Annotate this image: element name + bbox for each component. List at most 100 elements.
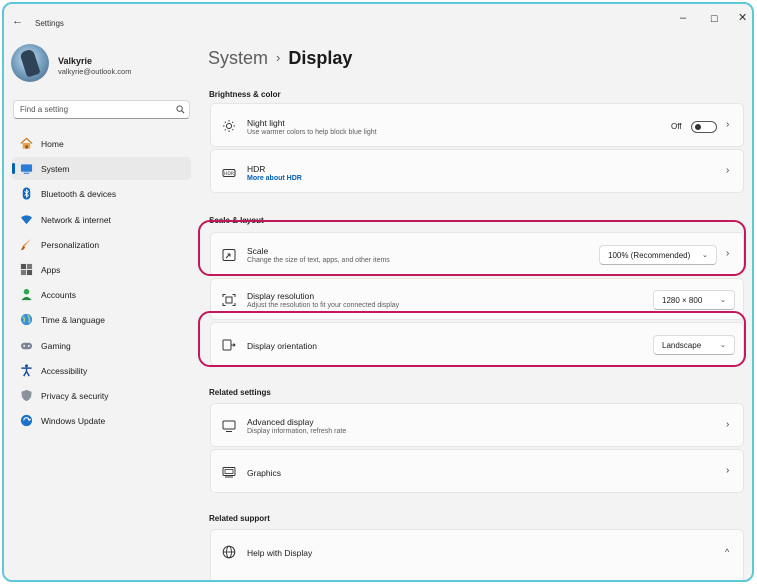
network-icon xyxy=(20,214,33,224)
sidebar-item-label: Accounts xyxy=(41,290,76,301)
maximize-button[interactable]: ☐ xyxy=(710,14,718,25)
sidebar-item-accessibility[interactable]: Accessibility xyxy=(12,359,191,382)
system-icon xyxy=(20,164,33,174)
sidebar-item-gaming[interactable]: Gaming xyxy=(12,334,191,357)
sidebar-item-windows-update[interactable]: Windows Update xyxy=(12,409,191,432)
section-brightness-color: Brightness & color xyxy=(209,90,281,99)
active-indicator xyxy=(12,163,15,175)
sidebar-item-label: Personalization xyxy=(41,239,100,250)
settings-window: ← Settings – ☐ ✕ Valkyrie valkyrie@outlo… xyxy=(2,2,754,582)
graphics-icon xyxy=(222,467,236,478)
advanced-display-title: Advanced display xyxy=(247,417,314,427)
display-orientation-card[interactable]: Display orientation Landscape ⌄ xyxy=(210,322,744,366)
sidebar-item-time-language[interactable]: Time & language xyxy=(12,308,191,331)
monitor-icon xyxy=(222,420,236,432)
sidebar-item-label: Apps xyxy=(41,264,61,275)
profile-name: Valkyrie xyxy=(58,56,93,66)
chevron-right-icon: › xyxy=(726,419,730,430)
apps-icon xyxy=(20,263,33,276)
windows-update-icon xyxy=(20,414,33,427)
title-bar: ← Settings – ☐ ✕ xyxy=(4,4,752,38)
search-input[interactable] xyxy=(20,103,170,116)
sidebar-item-personalization[interactable]: Personalization xyxy=(12,233,191,256)
night-light-title: Night light xyxy=(247,118,285,128)
sidebar-nav: Home System Bluetooth & devices Network … xyxy=(12,132,191,434)
home-icon xyxy=(20,137,33,149)
sidebar-item-label: Gaming xyxy=(41,340,71,351)
chevron-right-icon: › xyxy=(726,119,730,130)
search-box[interactable] xyxy=(13,100,190,119)
sidebar-item-system[interactable]: System xyxy=(12,157,191,181)
scale-card[interactable]: Scale Change the size of text, apps, and… xyxy=(210,232,744,276)
orientation-dropdown-value: Landscape xyxy=(662,341,702,350)
sidebar-item-apps[interactable]: Apps xyxy=(12,258,191,281)
chevron-down-icon: ⌄ xyxy=(720,297,726,304)
chevron-up-icon[interactable]: ^ xyxy=(725,547,729,557)
resolution-dropdown-value: 1280 × 800 xyxy=(662,296,703,305)
bluetooth-icon xyxy=(22,187,31,200)
breadcrumb-parent[interactable]: System xyxy=(208,48,268,68)
globe-icon xyxy=(222,545,236,559)
sidebar-item-label: Accessibility xyxy=(41,365,88,376)
night-light-desc: Use warmer colors to help block blue lig… xyxy=(247,129,377,136)
back-button[interactable]: ← xyxy=(12,16,23,27)
more-about-hdr-link[interactable]: More about HDR xyxy=(247,175,302,182)
sidebar-item-bluetooth[interactable]: Bluetooth & devices xyxy=(12,182,191,205)
advanced-display-desc: Display information, refresh rate xyxy=(247,428,347,435)
sidebar-item-home[interactable]: Home xyxy=(12,132,191,155)
advanced-display-card[interactable]: Advanced display Display information, re… xyxy=(210,403,744,447)
hdr-title: HDR xyxy=(247,164,266,174)
sidebar-item-label: Windows Update xyxy=(41,416,106,427)
resolution-dropdown[interactable]: 1280 × 800 ⌄ xyxy=(653,290,735,310)
help-with-display-card[interactable]: Help with Display ^ xyxy=(210,529,744,580)
section-scale-layout: Scale & layout xyxy=(209,216,264,225)
scale-title: Scale xyxy=(247,246,269,256)
chevron-down-icon: ⌄ xyxy=(720,342,726,349)
accounts-icon xyxy=(21,289,32,301)
sidebar-item-accounts[interactable]: Accounts xyxy=(12,283,191,306)
night-light-toggle[interactable] xyxy=(691,121,717,133)
sidebar-item-network[interactable]: Network & internet xyxy=(12,208,191,231)
orientation-dropdown[interactable]: Landscape ⌄ xyxy=(653,335,735,355)
sidebar-item-label: Home xyxy=(41,139,64,149)
sidebar-item-label: Network & internet xyxy=(41,214,111,225)
sidebar-item-label: System xyxy=(41,164,70,175)
chevron-right-icon: › xyxy=(726,465,730,476)
accessibility-icon xyxy=(21,364,32,377)
section-related-settings: Related settings xyxy=(209,388,271,397)
search-icon[interactable] xyxy=(176,105,185,114)
scale-desc: Change the size of text, apps, and other… xyxy=(247,257,390,264)
night-light-card[interactable]: Night light Use warmer colors to help bl… xyxy=(210,103,744,147)
orientation-icon xyxy=(222,339,236,351)
sidebar-item-label: Privacy & security xyxy=(41,390,109,401)
chevron-right-icon: › xyxy=(726,248,730,259)
page-title: Display xyxy=(288,48,353,68)
sun-icon xyxy=(223,120,235,132)
night-light-state: Off xyxy=(671,122,682,131)
help-with-display-title: Help with Display xyxy=(247,548,313,558)
scale-icon xyxy=(222,249,236,261)
toggle-knob xyxy=(695,124,701,130)
privacy-icon xyxy=(21,389,32,401)
chevron-down-icon: ⌄ xyxy=(702,252,708,259)
hdr-card[interactable]: HDR HDR More about HDR › xyxy=(210,149,744,193)
app-title: Settings xyxy=(35,19,64,28)
sidebar-item-label: Bluetooth & devices xyxy=(41,189,117,200)
gaming-icon xyxy=(20,342,33,349)
scale-dropdown[interactable]: 100% (Recommended) ⌄ xyxy=(599,245,717,265)
hdr-icon: HDR xyxy=(222,169,236,177)
breadcrumb-separator: › xyxy=(276,50,281,65)
sidebar-item-privacy[interactable]: Privacy & security xyxy=(12,384,191,407)
svg-text:HDR: HDR xyxy=(224,171,234,177)
graphics-title: Graphics xyxy=(247,468,282,478)
display-resolution-desc: Adjust the resolution to fit your connec… xyxy=(247,302,400,309)
minimize-button[interactable]: – xyxy=(680,13,686,24)
scale-dropdown-value: 100% (Recommended) xyxy=(608,251,691,260)
avatar[interactable] xyxy=(11,44,49,82)
display-orientation-title: Display orientation xyxy=(247,341,317,351)
chevron-right-icon: › xyxy=(726,165,730,176)
graphics-card[interactable]: Graphics › xyxy=(210,449,744,493)
close-button[interactable]: ✕ xyxy=(738,13,747,24)
time-language-icon xyxy=(20,314,33,326)
display-resolution-card[interactable]: Display resolution Adjust the resolution… xyxy=(210,278,744,320)
